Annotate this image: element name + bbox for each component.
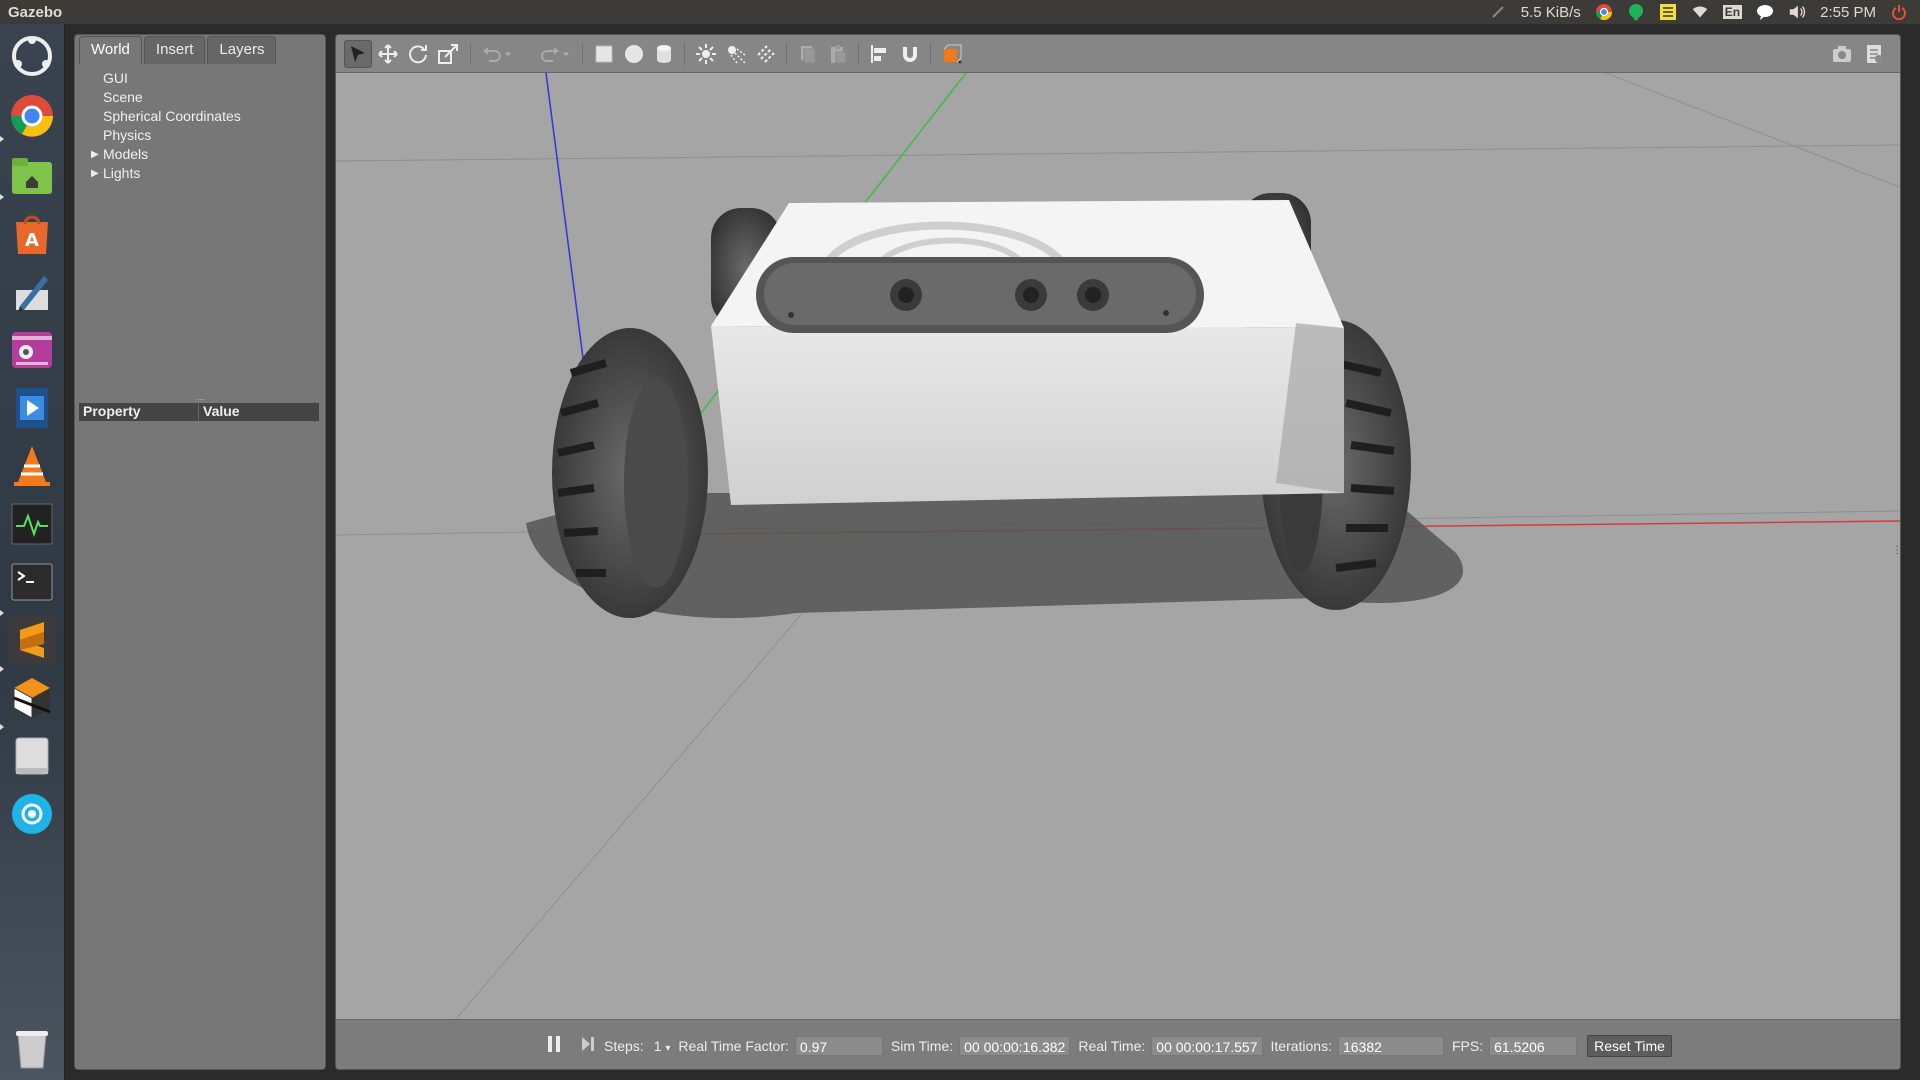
right-panel-resize-handle[interactable]: ⋮	[1892, 545, 1900, 556]
sim-time-label: Sim Time:	[890, 1037, 954, 1054]
real-time-value: 00 00:00:17.557	[1151, 1035, 1263, 1056]
cylinder-shape-icon[interactable]	[650, 40, 678, 68]
steps-label: Steps:	[604, 1037, 644, 1054]
iterations-label: Iterations:	[1270, 1037, 1332, 1054]
notes-tray-icon[interactable]	[1659, 3, 1677, 21]
tree-item-lights[interactable]: ▶ Lights	[91, 164, 325, 183]
net-speed-indicator[interactable]: 5.5 KiB/s	[1521, 4, 1581, 21]
fps-value: 61.5206	[1489, 1035, 1578, 1056]
panel-tabs: World Insert Layers	[75, 35, 325, 64]
pause-button[interactable]	[546, 1035, 562, 1056]
messaging-icon[interactable]	[1756, 3, 1774, 21]
redo-dropdown-icon[interactable]	[558, 40, 574, 68]
property-table-header: Property Value	[79, 403, 319, 421]
app-icon[interactable]	[8, 790, 56, 838]
svg-text:A: A	[25, 230, 39, 251]
expand-arrow-icon[interactable]: ▶	[91, 145, 99, 164]
undo-dropdown-icon[interactable]	[500, 40, 516, 68]
robot-body-front	[711, 326, 1344, 505]
world-tree: GUI Scene Spherical Coordinates Physics …	[75, 65, 325, 435]
value-column-header[interactable]: Value	[199, 403, 240, 421]
chrome-icon[interactable]	[8, 92, 56, 140]
power-icon[interactable]	[1890, 3, 1908, 21]
network-activity-icon[interactable]	[1489, 3, 1507, 21]
spot-light-icon[interactable]	[722, 40, 750, 68]
chevron-down-icon[interactable]: ▾	[665, 1043, 670, 1054]
rotate-tool-icon[interactable]	[404, 40, 432, 68]
sublime-text-icon[interactable]	[8, 616, 56, 664]
launcher-dock: A	[0, 24, 65, 1080]
depth-camera	[756, 257, 1204, 333]
directional-light-icon[interactable]	[752, 40, 780, 68]
tree-item-scene[interactable]: Scene	[103, 88, 325, 107]
expand-arrow-icon[interactable]: ▶	[91, 164, 99, 183]
volume-icon[interactable]	[1788, 3, 1806, 21]
tree-item-gui[interactable]: GUI	[103, 69, 325, 88]
scene-frame: ⋮ Steps: 1 ▾ Real Time Factor: 0.97 Sim …	[335, 34, 1901, 1070]
tree-item-physics[interactable]: Physics	[103, 126, 325, 145]
real-time-label: Real Time:	[1078, 1037, 1146, 1054]
world-panel: World Insert Layers GUI Scene Spherical …	[74, 34, 339, 1070]
status-green-icon[interactable]	[1627, 3, 1645, 21]
sim-time-value: 00 00:00:16.382	[959, 1035, 1071, 1056]
camera-app-icon[interactable]	[8, 326, 56, 374]
steps-spinbox[interactable]: 1 ▾	[654, 1038, 671, 1054]
front-left-tire	[552, 328, 708, 618]
vlc-icon[interactable]	[8, 442, 56, 490]
clock[interactable]: 2:55 PM	[1820, 4, 1876, 21]
tree-item-spherical-coordinates[interactable]: Spherical Coordinates	[103, 107, 325, 126]
align-icon[interactable]	[866, 40, 894, 68]
view-angle-icon[interactable]	[938, 40, 966, 68]
tab-world[interactable]: World	[79, 36, 142, 64]
translate-tool-icon[interactable]	[374, 40, 402, 68]
point-light-icon[interactable]	[692, 40, 720, 68]
scene-toolbar	[336, 35, 1900, 73]
video-editor-icon[interactable]	[8, 384, 56, 432]
snap-icon[interactable]	[896, 40, 924, 68]
software-center-icon[interactable]: A	[8, 210, 56, 258]
panel-splitter-handle[interactable]: ⋯	[197, 395, 205, 404]
keyboard-layout-indicator[interactable]: En	[1722, 5, 1743, 19]
files-icon[interactable]	[8, 152, 56, 200]
ubuntu-dash-icon[interactable]	[8, 32, 56, 80]
gazebo-icon[interactable]	[8, 674, 56, 722]
real-time-factor-label: Real Time Factor:	[678, 1037, 789, 1054]
select-tool-icon[interactable]	[344, 40, 372, 68]
top-menu-bar: Gazebo 5.5 KiB/s En 2:55 PM	[0, 0, 1920, 24]
chrome-tray-icon[interactable]	[1595, 3, 1613, 21]
screenshot-icon[interactable]	[1828, 40, 1856, 68]
copy-icon[interactable]	[794, 40, 822, 68]
iterations-value: 16382	[1337, 1035, 1444, 1056]
reset-time-button[interactable]: Reset Time	[1587, 1034, 1672, 1057]
trash-icon[interactable]	[8, 1024, 56, 1072]
terminal-icon[interactable]	[8, 558, 56, 606]
disk-drive-icon[interactable]	[8, 732, 56, 780]
scale-tool-icon[interactable]	[434, 40, 462, 68]
tree-item-models[interactable]: ▶ Models	[91, 145, 325, 164]
fps-label: FPS:	[1451, 1037, 1484, 1054]
step-button[interactable]	[580, 1035, 596, 1056]
text-editor-icon[interactable]	[8, 268, 56, 316]
3d-viewport[interactable]	[336, 72, 1900, 1020]
simulation-status-bar: Steps: 1 ▾ Real Time Factor: 0.97 Sim Ti…	[336, 1019, 1900, 1069]
tab-insert[interactable]: Insert	[143, 36, 206, 64]
app-title: Gazebo	[8, 3, 63, 21]
log-icon[interactable]	[1860, 40, 1888, 68]
paste-icon[interactable]	[824, 40, 852, 68]
wifi-icon[interactable]	[1691, 3, 1709, 21]
tab-layers[interactable]: Layers	[207, 36, 277, 64]
real-time-factor-value: 0.97	[794, 1035, 883, 1056]
scene-render	[336, 72, 1900, 1020]
box-shape-icon[interactable]	[590, 40, 618, 68]
sphere-shape-icon[interactable]	[620, 40, 648, 68]
system-monitor-icon[interactable]	[8, 500, 56, 548]
property-column-header[interactable]: Property	[79, 403, 199, 421]
